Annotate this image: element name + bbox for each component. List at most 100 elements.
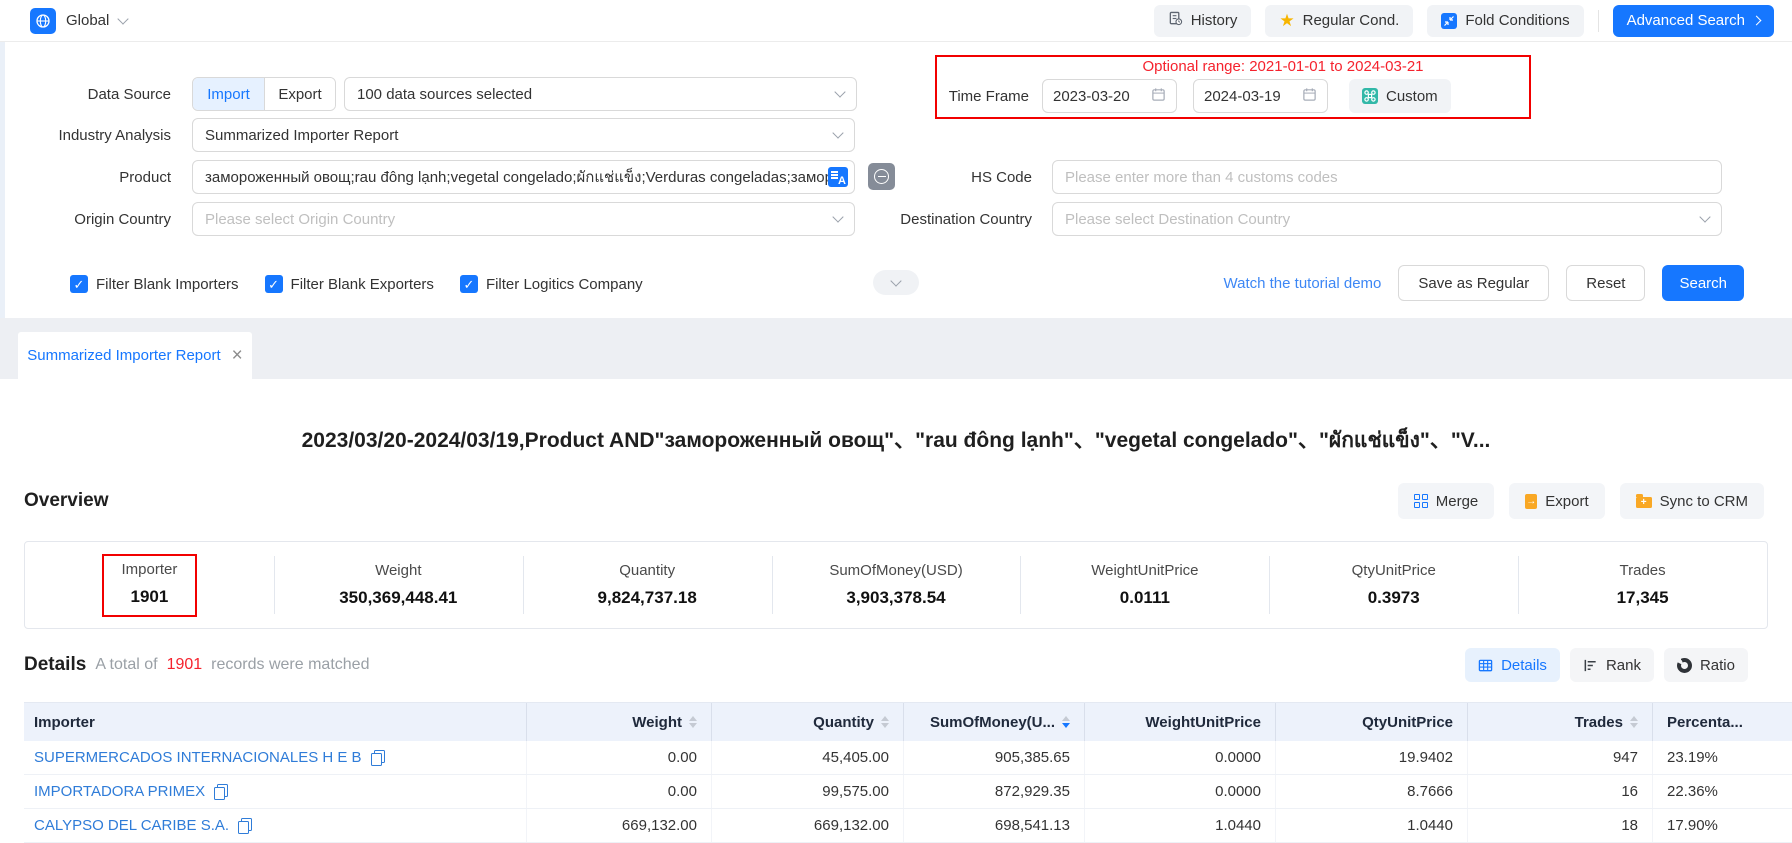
stat-sum-of-money: SumOfMoney(USD) 3,903,378.54 (772, 542, 1021, 628)
column-header-percentage[interactable]: Percenta... (1652, 703, 1792, 741)
tab-summarized-importer-report[interactable]: Summarized Importer Report × (18, 332, 252, 379)
filter-blank-importers-checkbox[interactable]: ✓ Filter Blank Importers (70, 275, 239, 293)
star-icon: ★ (1279, 12, 1294, 29)
close-icon[interactable]: × (232, 346, 243, 365)
region-selector[interactable]: Global (30, 8, 127, 34)
table-row[interactable]: SUPERMERCADOS INTERNACIONALES H E B 0.00… (24, 741, 1792, 775)
translate-toggle-icon[interactable] (868, 163, 895, 190)
sort-desc-icon (1062, 716, 1070, 728)
advanced-search-button[interactable]: Advanced Search (1613, 5, 1774, 37)
tutorial-demo-link[interactable]: Watch the tutorial demo (1224, 275, 1382, 292)
stat-qty-unit-price: QtyUnitPrice 0.3973 (1269, 542, 1518, 628)
stat-label: QtyUnitPrice (1352, 562, 1436, 579)
view-rank-label: Rank (1606, 657, 1641, 674)
column-header-importer[interactable]: Importer (24, 703, 526, 741)
stat-value: 17,345 (1617, 588, 1669, 608)
table-row[interactable]: IMPORTADORA PRIMEX 0.00 99,575.00 872,92… (24, 775, 1792, 809)
sync-label: Sync to CRM (1660, 493, 1748, 510)
export-button[interactable]: → Export (1509, 483, 1604, 519)
custom-icon (1362, 88, 1378, 104)
copy-icon[interactable] (214, 784, 228, 800)
sync-to-crm-button[interactable]: + Sync to CRM (1620, 483, 1764, 519)
form-actions: Watch the tutorial demo Save as Regular … (1224, 265, 1744, 301)
data-sources-select[interactable]: 100 data sources selected (344, 77, 857, 111)
reset-button[interactable]: Reset (1566, 265, 1645, 301)
data-source-label: Data Source (0, 86, 183, 103)
view-details-button[interactable]: Details (1465, 648, 1560, 682)
divider (1598, 10, 1599, 32)
export-tab[interactable]: Export (264, 78, 335, 110)
stat-highlight-box: Importer 1901 (102, 554, 198, 617)
optional-range-text: Optional range: 2021-01-01 to 2024-03-21 (1047, 58, 1519, 75)
stat-quantity: Quantity 9,824,737.18 (523, 542, 772, 628)
regular-cond-button[interactable]: ★ Regular Cond. (1265, 5, 1413, 37)
filter-checkbox-row: ✓ Filter Blank Importers ✓ Filter Blank … (70, 266, 643, 302)
stat-weight-unit-price: WeightUnitPrice 0.0111 (1020, 542, 1269, 628)
importer-name-link[interactable]: SUPERMERCADOS INTERNACIONALES H E B (34, 749, 362, 766)
end-date-value: 2024-03-19 (1204, 88, 1281, 105)
column-header-trades[interactable]: Trades (1467, 703, 1652, 741)
column-header-weight[interactable]: Weight (526, 703, 711, 741)
region-label: Global (66, 12, 109, 29)
hs-code-placeholder: Please enter more than 4 customs codes (1065, 169, 1338, 186)
stat-trades: Trades 17,345 (1518, 542, 1767, 628)
destination-country-label: Destination Country (900, 211, 1044, 228)
search-button[interactable]: Search (1662, 265, 1744, 301)
time-frame-label: Time Frame (937, 88, 1042, 105)
rank-icon (1583, 658, 1598, 673)
import-tab[interactable]: Import (193, 78, 264, 110)
product-value: замороженный овощ;rau đông lạnh;vegetal … (205, 165, 828, 189)
chevron-down-icon (834, 86, 845, 97)
custom-range-button[interactable]: Custom (1349, 79, 1451, 113)
history-label: History (1191, 12, 1238, 29)
merge-button[interactable]: Merge (1398, 483, 1495, 519)
folder-sync-icon: + (1636, 497, 1652, 508)
view-switcher: Details Rank Ratio (1465, 648, 1748, 682)
importer-name-link[interactable]: IMPORTADORA PRIMEX (34, 783, 205, 800)
origin-country-select[interactable]: Please select Origin Country (192, 202, 855, 236)
overview-heading: Overview (24, 490, 109, 512)
filter-logitics-company-checkbox[interactable]: ✓ Filter Logitics Company (460, 275, 643, 293)
overview-header: Overview Merge → Export + Sync to CRM (0, 481, 1792, 521)
checkbox-checked-icon: ✓ (70, 275, 88, 293)
view-rank-button[interactable]: Rank (1570, 648, 1654, 682)
data-source-toggle: Import Export (192, 77, 336, 111)
industry-analysis-select[interactable]: Summarized Importer Report (192, 118, 855, 152)
industry-analysis-label: Industry Analysis (0, 127, 183, 144)
filter-blank-exporters-checkbox[interactable]: ✓ Filter Blank Exporters (265, 275, 434, 293)
advanced-search-label: Advanced Search (1627, 12, 1745, 29)
product-input[interactable]: замороженный овощ;rau đông lạnh;vegetal … (192, 160, 855, 194)
start-date-input[interactable]: 2023-03-20 (1042, 79, 1177, 113)
column-header-sum-of-money[interactable]: SumOfMoney(U... (903, 703, 1084, 741)
translate-icon[interactable]: A (828, 167, 848, 187)
history-button[interactable]: History (1154, 5, 1252, 37)
copy-icon[interactable] (238, 818, 252, 834)
chevron-down-icon (832, 211, 843, 222)
checkbox-checked-icon: ✓ (460, 275, 478, 293)
details-header: Details A total of 1901 records were mat… (0, 646, 1792, 684)
stat-value: 1901 (122, 587, 178, 607)
stat-label: SumOfMoney(USD) (829, 562, 962, 579)
topbar: Global History ★ Regular Cond. Fold Cond… (0, 0, 1792, 42)
view-ratio-button[interactable]: Ratio (1664, 648, 1748, 682)
column-header-weight-unit-price[interactable]: WeightUnitPrice (1084, 703, 1275, 741)
column-header-quantity[interactable]: Quantity (711, 703, 903, 741)
column-header-qty-unit-price[interactable]: QtyUnitPrice (1275, 703, 1467, 741)
destination-country-select[interactable]: Please select Destination Country (1052, 202, 1722, 236)
fold-conditions-button[interactable]: Fold Conditions (1427, 5, 1583, 37)
pie-chart-icon (1677, 658, 1692, 673)
stat-value: 3,903,378.54 (846, 588, 945, 608)
hs-code-input[interactable]: Please enter more than 4 customs codes (1052, 160, 1722, 194)
collapse-conditions-button[interactable] (873, 270, 919, 295)
product-label: Product (0, 169, 183, 186)
copy-icon[interactable] (371, 750, 385, 766)
report-title: 2023/03/20-2024/03/19,Product AND"заморо… (0, 379, 1792, 457)
time-frame-row: Time Frame 2023-03-20 2024-03-19 Custom (937, 79, 1451, 113)
end-date-input[interactable]: 2024-03-19 (1193, 79, 1328, 113)
importer-name-link[interactable]: CALYPSO DEL CARIBE S.A. (34, 817, 229, 834)
save-as-regular-button[interactable]: Save as Regular (1398, 265, 1549, 301)
data-sources-value: 100 data sources selected (357, 86, 532, 103)
stat-label: Trades (1620, 562, 1666, 579)
chevron-right-icon (1752, 16, 1762, 26)
merge-icon (1414, 494, 1428, 508)
